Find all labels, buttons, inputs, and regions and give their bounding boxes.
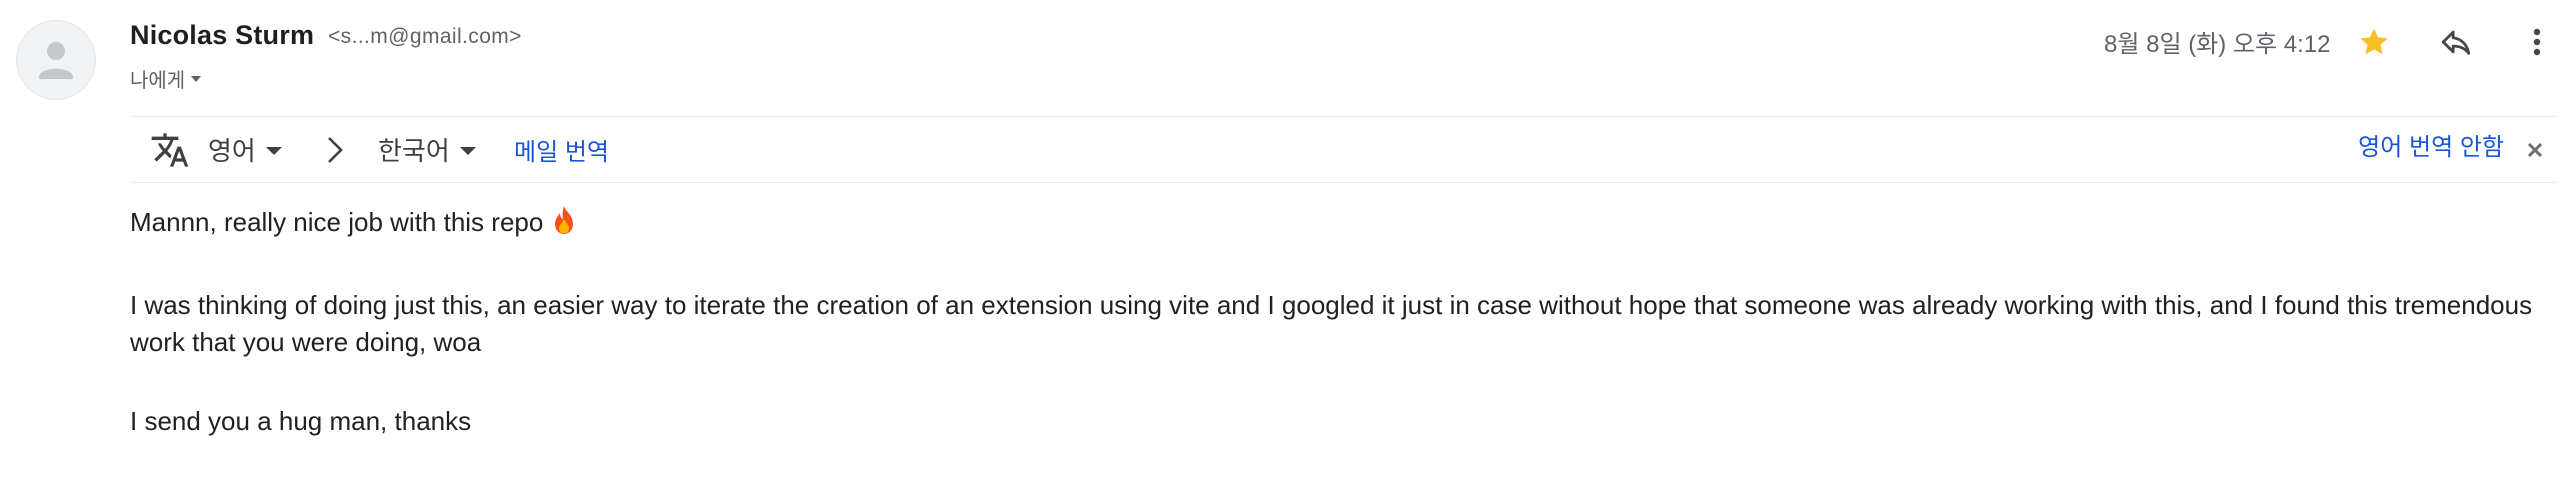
- fire-icon: [551, 205, 577, 245]
- message-paragraph-text: I was thinking of doing just this, an ea…: [130, 290, 2533, 357]
- more-vert-icon: [2533, 28, 2541, 56]
- reply-button[interactable]: [2434, 20, 2478, 64]
- translate-icon-wrapper: [150, 117, 190, 182]
- message-paragraph: I was thinking of doing just this, an ea…: [130, 287, 2560, 361]
- message-body: Mannn, really nice job with this repo I …: [130, 204, 2560, 482]
- sender-email: <s...m@gmail.com>: [328, 25, 522, 48]
- dropdown-arrow-icon: [459, 146, 476, 155]
- target-language-label: 한국어: [378, 136, 450, 166]
- message-paragraph-text: Mannn, really nice job with this repo: [130, 207, 544, 237]
- star-icon: [2360, 28, 2388, 55]
- target-language-select[interactable]: 한국어: [378, 117, 476, 182]
- recipient-details[interactable]: 나에게: [130, 64, 202, 93]
- dont-translate-link[interactable]: 영어 번역 안함: [2358, 127, 2504, 162]
- reply-icon: [2441, 30, 2471, 55]
- close-icon: [2527, 142, 2543, 158]
- dropdown-arrow-icon: [265, 146, 282, 155]
- translate-bar: 영어 한국어 메일 번역 영어 번역 안함: [130, 117, 2558, 182]
- source-language-select[interactable]: 영어: [208, 117, 282, 182]
- message-paragraph-text: I send you a hug man, thanks: [130, 406, 472, 436]
- translate-message-link-wrapper: 메일 번역: [514, 117, 609, 182]
- person-icon: [39, 42, 73, 79]
- message-date: 8월 8일 (화) 오후 4:12: [2104, 31, 2331, 58]
- translate-message-link[interactable]: 메일 번역: [514, 132, 609, 167]
- avatar[interactable]: [16, 20, 96, 100]
- divider: [130, 182, 2558, 183]
- chevron-right-icon: [326, 117, 344, 182]
- translate-icon: [151, 132, 189, 167]
- source-language-label: 영어: [208, 136, 256, 166]
- message-paragraph: I send you a hug man, thanks: [130, 403, 2560, 440]
- more-options-button[interactable]: [2522, 20, 2552, 64]
- chevron-down-icon[interactable]: [191, 75, 202, 82]
- sender-name: Nicolas Sturm: [130, 20, 315, 50]
- close-translate-button[interactable]: [2522, 137, 2548, 163]
- star-button[interactable]: [2352, 20, 2396, 64]
- message-paragraph: Mannn, really nice job with this repo: [130, 204, 2560, 245]
- recipient-label: 나에게: [130, 70, 186, 92]
